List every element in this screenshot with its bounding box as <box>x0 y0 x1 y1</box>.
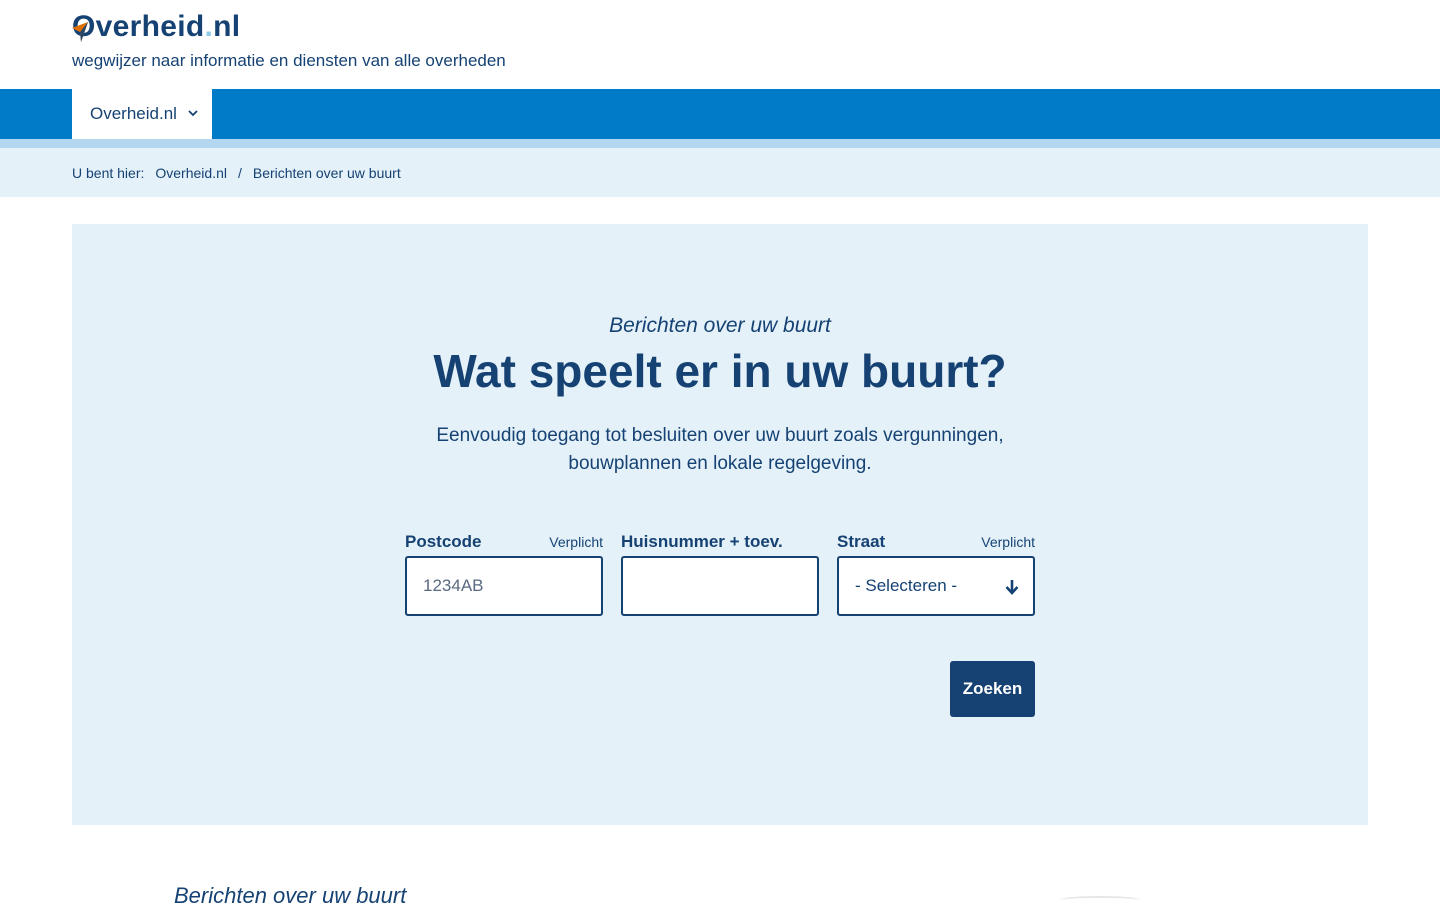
search-button[interactable]: Zoeken <box>950 661 1035 717</box>
huisnummer-input[interactable] <box>621 556 819 616</box>
breadcrumb: U bent hier: Overheid.nl / Berichten ove… <box>0 148 1440 197</box>
arrow-down-icon <box>1005 580 1019 595</box>
postcode-input[interactable] <box>405 556 603 616</box>
site-logo[interactable]: Overheid.nl <box>72 10 240 44</box>
huisnummer-label: Huisnummer + toev. <box>621 532 783 551</box>
postcode-field-group: Postcode Verplicht <box>405 532 603 616</box>
postcode-required-note: Verplicht <box>549 534 603 550</box>
decorative-illustration <box>1060 896 1140 904</box>
section-heading-peek: Berichten over uw buurt <box>174 883 407 908</box>
nav-divider-strip <box>0 139 1440 148</box>
nav-tab-overheid[interactable]: Overheid.nl <box>72 89 212 139</box>
hero-search-panel: Berichten over uw buurt Wat speelt er in… <box>72 224 1368 825</box>
breadcrumb-separator: / <box>237 164 242 181</box>
postcode-label: Postcode <box>405 532 482 551</box>
nav-tab-label: Overheid.nl <box>90 104 177 123</box>
overheid-logo-icon <box>72 22 88 42</box>
breadcrumb-current: Berichten over uw buurt <box>252 164 401 181</box>
straat-label: Straat <box>837 532 886 551</box>
breadcrumb-label: U bent hier: <box>72 164 145 181</box>
breadcrumb-link-home[interactable]: Overheid.nl <box>155 165 227 181</box>
hero-subtitle: Eenvoudig toegang tot besluiten over uw … <box>436 425 1004 474</box>
straat-select-value: - Selecteren - <box>855 576 958 595</box>
straat-select[interactable]: - Selecteren - <box>837 556 1035 616</box>
chevron-down-icon <box>188 110 198 117</box>
main-navigation: Overheid.nl <box>0 89 1440 139</box>
hero-eyebrow: Berichten over uw buurt <box>609 314 831 337</box>
site-header: Overheid.nl wegwijzer naar informatie en… <box>0 0 1440 89</box>
straat-required-note: Verplicht <box>981 534 1035 550</box>
site-tagline: wegwijzer naar informatie en diensten va… <box>72 51 506 70</box>
huisnummer-field-group: Huisnummer + toev. <box>621 532 819 616</box>
straat-field-group: Straat Verplicht - Selecteren - <box>837 532 1035 616</box>
page-title: Wat speelt er in uw buurt? <box>433 345 1007 397</box>
logo-wordmark: Overheid.nl <box>72 10 241 43</box>
